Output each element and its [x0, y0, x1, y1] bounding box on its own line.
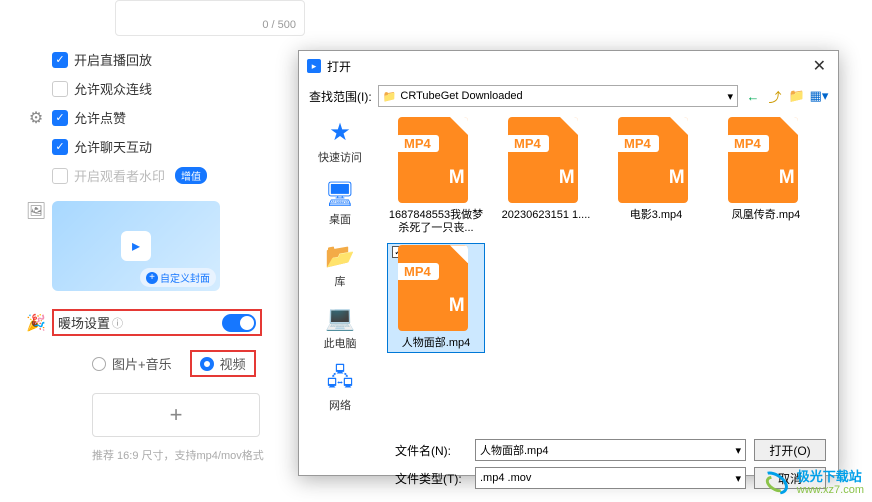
place-network[interactable]: 🖧 网络: [323, 365, 357, 413]
watermark: 极光下载站 www.xz7.com: [757, 470, 864, 496]
chevron-down-icon: ▾: [735, 444, 741, 457]
watermark-brand: 极光下载站: [797, 470, 864, 484]
gear-icon: ⚙: [29, 108, 43, 128]
folder-icon: 📂: [323, 241, 357, 271]
checkbox-label: 开启直播回放: [74, 50, 152, 69]
button-label: 自定义封面: [160, 270, 210, 285]
app-icon: ▸: [307, 59, 321, 73]
file-item-selected[interactable]: ✓ MP4ᴹ 人物面部.mp4: [387, 243, 485, 352]
radio-label: 图片+音乐: [112, 354, 172, 373]
checkbox-replay[interactable]: ✓ 开启直播回放: [52, 50, 207, 69]
mp4-icon: MP4ᴹ: [618, 117, 694, 207]
warmup-toggle[interactable]: [222, 314, 256, 332]
mp4-icon: MP4ᴹ: [728, 117, 804, 207]
info-icon[interactable]: ⓘ: [112, 315, 123, 331]
mp4-icon: MP4ᴹ: [398, 117, 474, 207]
file-list[interactable]: MP4ᴹ 1687848553我做梦杀死了一只丧... MP4ᴹ 2023062…: [381, 111, 838, 431]
dialog-titlebar[interactable]: ▸ 打开 ✕: [299, 51, 838, 81]
lookin-value: CRTubeGet Downloaded: [400, 90, 522, 102]
mp4-icon: MP4ᴹ: [398, 245, 474, 335]
tv-icon: ▸: [121, 231, 151, 261]
dialog-title: 打开: [327, 58, 351, 75]
file-item[interactable]: MP4ᴹ 1687848553我做梦杀死了一只丧...: [387, 117, 485, 235]
checkbox-label: 允许点赞: [74, 108, 126, 127]
checkbox-like[interactable]: ✓ 允许点赞: [52, 108, 207, 127]
filename-label: 文件名(N):: [395, 442, 467, 459]
pc-icon: 💻: [323, 303, 357, 333]
add-button[interactable]: +: [92, 393, 260, 437]
place-label: 快速访问: [318, 149, 362, 165]
checkbox-label: 允许聊天互动: [74, 137, 152, 156]
place-quick-access[interactable]: ★ 快速访问: [318, 117, 362, 165]
mp4-icon: MP4ᴹ: [508, 117, 584, 207]
place-label: 库: [335, 273, 346, 289]
check-icon: ✓: [52, 52, 68, 68]
checkbox-chat[interactable]: ✓ 允许聊天互动: [52, 137, 207, 156]
file-open-dialog: ▸ 打开 ✕ 查找范围(I): 📁CRTubeGet Downloaded ▾ …: [298, 50, 839, 476]
cover-preview[interactable]: ▸ 自定义封面: [52, 201, 220, 291]
filename-value: 人物面部.mp4: [480, 442, 548, 458]
place-label: 网络: [329, 397, 351, 413]
file-name: 人物面部.mp4: [402, 337, 470, 350]
filetype-value: .mp4 .mov: [480, 472, 531, 484]
checkbox-connect[interactable]: 允许观众连线: [52, 79, 207, 98]
image-icon: 🖼: [26, 201, 46, 291]
premium-badge: 增值: [175, 167, 207, 184]
radio-icon: [200, 357, 214, 371]
confetti-icon: 🎉: [26, 313, 46, 336]
file-name: 凤凰传奇.mp4: [732, 209, 800, 222]
checkbox-watermark: 开启观看者水印 增值: [52, 166, 207, 185]
warmup-label: 暖场设置: [58, 313, 110, 332]
char-counter: 0 / 500: [262, 19, 296, 31]
check-icon: [52, 81, 68, 97]
radio-image-music[interactable]: 图片+音乐: [92, 354, 172, 373]
new-folder-icon[interactable]: 📁: [788, 87, 806, 105]
places-sidebar: ★ 快速访问 🖥 桌面 📂 库 💻 此电脑 🖧 网络: [299, 111, 381, 431]
file-item[interactable]: MP4ᴹ 电影3.mp4: [607, 117, 705, 235]
format-hint: 推荐 16:9 尺寸，支持mp4/mov格式: [92, 447, 280, 463]
check-icon: [52, 168, 68, 184]
file-name: 电影3.mp4: [630, 209, 683, 222]
place-desktop[interactable]: 🖥 桌面: [323, 179, 357, 227]
place-label: 此电脑: [324, 335, 357, 351]
close-icon[interactable]: ✕: [809, 56, 830, 76]
checkbox-label: 允许观众连线: [74, 79, 152, 98]
watermark-logo-icon: [757, 471, 793, 495]
watermark-url: www.xz7.com: [797, 484, 864, 496]
lookin-select[interactable]: 📁CRTubeGet Downloaded ▾: [378, 85, 738, 107]
place-library[interactable]: 📂 库: [323, 241, 357, 289]
folder-icon: 📁: [383, 90, 397, 103]
file-item[interactable]: MP4ᴹ 20230623151 1....: [497, 117, 595, 235]
star-icon: ★: [323, 117, 357, 147]
back-icon[interactable]: ←: [744, 87, 762, 105]
filename-input[interactable]: 人物面部.mp4 ▾: [475, 439, 746, 461]
chevron-down-icon: ▾: [727, 90, 733, 103]
place-this-pc[interactable]: 💻 此电脑: [323, 303, 357, 351]
check-icon: ✓: [52, 139, 68, 155]
place-label: 桌面: [329, 211, 351, 227]
lookin-label: 查找范围(I):: [309, 88, 372, 105]
custom-cover-button[interactable]: 自定义封面: [140, 268, 216, 287]
file-item[interactable]: MP4ᴹ 凤凰传奇.mp4: [717, 117, 815, 235]
view-icon[interactable]: ▦▾: [810, 87, 828, 105]
description-textarea[interactable]: 0 / 500: [115, 0, 305, 36]
file-name: 20230623151 1....: [502, 209, 591, 222]
radio-label: 视频: [220, 354, 246, 373]
file-name: 1687848553我做梦杀死了一只丧...: [387, 209, 485, 235]
check-icon: ✓: [52, 110, 68, 126]
filetype-label: 文件类型(T):: [395, 470, 467, 487]
desktop-icon: 🖥: [323, 179, 357, 209]
radio-video[interactable]: 视频: [190, 350, 256, 377]
network-icon: 🖧: [323, 365, 357, 395]
filetype-select[interactable]: .mp4 .mov ▾: [475, 467, 746, 489]
up-icon[interactable]: ⤴: [766, 87, 784, 105]
open-button[interactable]: 打开(O): [754, 439, 826, 461]
chevron-down-icon: ▾: [735, 472, 741, 485]
checkbox-label: 开启观看者水印: [74, 166, 165, 185]
radio-icon: [92, 357, 106, 371]
